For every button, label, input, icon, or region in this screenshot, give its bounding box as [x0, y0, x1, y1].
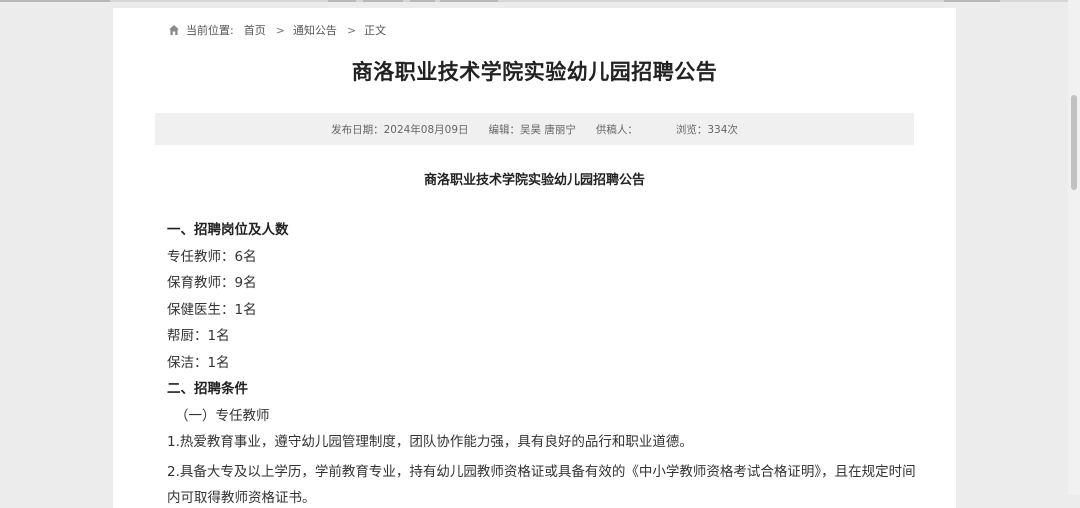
paragraph: 2.具备大专及以上学历，学前教育专业，持有幼儿园教师资格证或具备有效的《中小学教… — [167, 459, 927, 508]
paragraph: 1.热爱教育事业，遵守幼儿园管理制度，团队协作能力强，具有良好的品行和职业道德。 — [167, 432, 927, 459]
editor: 编辑：吴昊 唐丽宁 — [489, 122, 576, 137]
article-content: 一、招聘岗位及人数 专任教师：6名 保育教师：9名 保健医生：1名 帮厨：1名 … — [167, 220, 927, 508]
top-strip-segment — [410, 0, 435, 2]
scrollbar-thumb[interactable] — [1071, 95, 1077, 190]
publish-date: 发布日期：2024年08月09日 — [331, 122, 468, 137]
top-strip-segment — [328, 0, 356, 2]
top-strip-segment — [0, 0, 110, 2]
list-item: 专任教师：6名 — [167, 247, 927, 274]
article-page: 当前位置: 首页 > 通知公告 > 正文 商洛职业技术学院实验幼儿园招聘公告 发… — [113, 8, 956, 508]
page-title: 商洛职业技术学院实验幼儿园招聘公告 — [113, 56, 956, 86]
article-title: 商洛职业技术学院实验幼儿园招聘公告 — [113, 169, 956, 188]
list-item: 保育教师：9名 — [167, 273, 927, 300]
breadcrumb-separator: > — [276, 24, 285, 37]
list-item: 帮厨：1名 — [167, 326, 927, 353]
page-scrollbar[interactable] — [1068, 0, 1080, 495]
breadcrumb-section-link[interactable]: 通知公告 — [293, 22, 337, 38]
breadcrumb: 当前位置: 首页 > 通知公告 > 正文 — [168, 22, 396, 38]
top-strip-segment — [944, 0, 1000, 2]
list-item: 保洁：1名 — [167, 353, 927, 380]
list-item: 保健医生：1名 — [167, 300, 927, 327]
article-meta-bar: 发布日期：2024年08月09日 编辑：吴昊 唐丽宁 供稿人： 浏览：334次 — [155, 113, 914, 145]
browser-top-strip — [0, 0, 1080, 2]
breadcrumb-separator: > — [347, 24, 356, 37]
subsection-heading: （一）专任教师 — [167, 406, 927, 433]
top-strip-segment — [363, 0, 403, 2]
section-heading: 二、招聘条件 — [167, 379, 927, 406]
section-heading: 一、招聘岗位及人数 — [167, 220, 927, 247]
contributor: 供稿人： — [596, 122, 638, 137]
breadcrumb-current: 正文 — [364, 22, 386, 38]
home-icon — [168, 24, 180, 36]
view-count: 浏览：334次 — [676, 122, 738, 137]
top-strip-segment — [440, 0, 498, 2]
breadcrumb-label: 当前位置: — [186, 22, 234, 38]
breadcrumb-home-link[interactable]: 首页 — [244, 22, 266, 38]
